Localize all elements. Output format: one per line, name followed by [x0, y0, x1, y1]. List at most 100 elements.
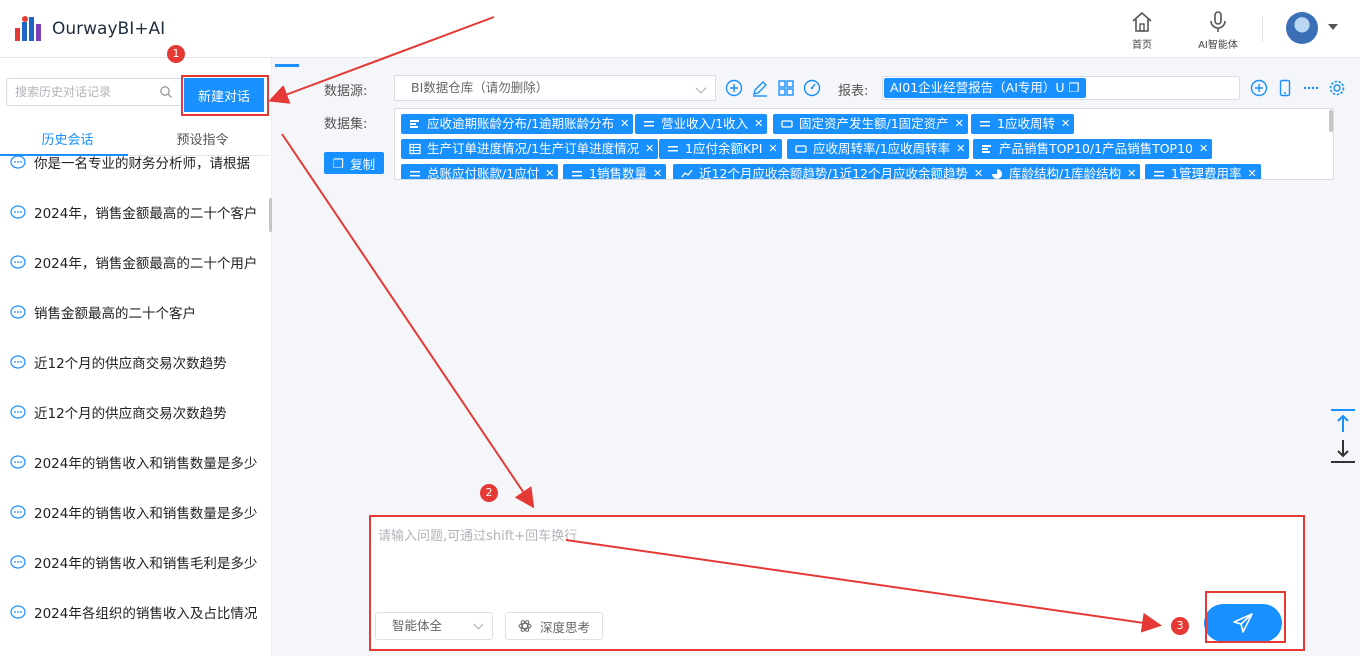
history-item[interactable]: 2024年的销售收入和销售数量是多少 [10, 500, 268, 524]
dataset-chip[interactable]: 1销售数量 ✕ [563, 164, 667, 179]
bar-chart-icon [410, 120, 419, 128]
close-icon[interactable]: ✕ [754, 114, 763, 134]
annotation-box-new-chat [181, 75, 269, 116]
grid-icon[interactable] [777, 79, 795, 97]
tab-history[interactable]: 历史会话 [0, 128, 135, 155]
history-search-input[interactable] [7, 79, 147, 105]
more-icon[interactable] [1302, 79, 1320, 97]
history-item-label: 近12个月的供应商交易次数趋势 [34, 356, 227, 372]
dataset-chip[interactable]: 应收周转率/1应收周转率 ✕ [787, 139, 970, 159]
chat-bubble-icon [10, 455, 26, 469]
history-item[interactable]: 2024年，销售金额最高的二十个客户 [10, 200, 268, 224]
edit-icon[interactable] [751, 79, 769, 97]
dataset-chip[interactable]: 营业收入/1收入 ✕ [635, 114, 768, 134]
history-item-label: 2024年的销售收入和销售毛利是多少 [34, 556, 258, 572]
close-icon[interactable]: ✕ [1127, 164, 1136, 179]
close-icon[interactable]: ✕ [955, 114, 964, 134]
home-label: 首页 [1132, 40, 1152, 51]
dataset-chip[interactable]: 应收逾期账龄分布/1逾期账龄分布 ✕ [401, 114, 634, 134]
line-chart-icon [681, 169, 693, 178]
chevron-down-icon[interactable] [1328, 24, 1338, 30]
dataset-chip-label: 总账应付账款/1应付 [427, 166, 540, 180]
search-icon[interactable] [159, 85, 173, 99]
report-chip[interactable]: AI01企业经营报告（AI专用）U ❐ [884, 78, 1086, 98]
dataset-chip[interactable]: 生产订单进度情况/1生产订单进度情况 ✕ [401, 139, 659, 159]
annotation-badge-1: 1 [167, 45, 185, 63]
history-item[interactable]: 2024年的销售收入和销售数量是多少 [10, 450, 268, 474]
app-logo[interactable]: OurwayBI+AI [12, 14, 165, 44]
kpi-icon [668, 146, 678, 152]
add-circle-icon[interactable] [725, 79, 743, 97]
home-button[interactable]: 首页 [1112, 10, 1172, 51]
close-icon[interactable]: ✕ [1199, 139, 1208, 159]
annotation-box-input [369, 515, 1305, 651]
microphone-icon [1210, 11, 1226, 32]
history-item[interactable]: 2024年，销售金额最高的二十个用户 [10, 250, 268, 274]
close-icon[interactable]: ✕ [1061, 114, 1070, 134]
dataset-chip[interactable]: 固定资产发生额/1固定资产 ✕ [773, 114, 968, 134]
history-item[interactable]: 近12个月的供应商交易次数趋势 [10, 350, 268, 374]
sidebar-scrollbar[interactable] [269, 198, 272, 232]
history-item-label: 2024年的销售收入和销售数量是多少 [34, 456, 258, 472]
history-item[interactable]: 你是一名专业的财务分析师，请根据 [10, 156, 268, 174]
ai-agent-button[interactable]: AI智能体 [1188, 10, 1248, 51]
kpi-icon [644, 121, 654, 127]
user-avatar[interactable] [1286, 12, 1318, 44]
dataset-chip-label: 应收周转率/1应收周转率 [813, 141, 951, 156]
datasource-select[interactable]: BI数据仓库（请勿删除） [394, 75, 716, 101]
dataset-chip[interactable]: 库龄结构/1库龄结构 ✕ [983, 164, 1141, 180]
dataset-scrollbar[interactable] [1329, 110, 1333, 132]
annotation-badge-3: 3 [1171, 617, 1189, 635]
history-item-label: 2024年，销售金额最高的二十个客户 [34, 206, 258, 222]
copy-label: 复制 [350, 156, 376, 172]
scroll-arrows [1331, 409, 1355, 463]
home-icon [1132, 11, 1152, 32]
dashboard-icon[interactable] [803, 79, 821, 97]
datasource-value: BI数据仓库（请勿删除） [411, 80, 549, 95]
main-top-accent [275, 64, 299, 67]
dataset-chip[interactable]: 1管理费用率 ✕ [1145, 164, 1261, 179]
sidebar: 新建对话 历史会话 预设指令 你是一名专业的财务分析师，请根据 2024年，销售… [0, 58, 272, 656]
dataset-chip-label: 近12个月应收余额趋势/1近12个月应收余额趋势 [699, 166, 968, 180]
history-item[interactable]: 近12个月的供应商交易次数趋势 [10, 400, 268, 424]
close-icon[interactable]: ✕ [974, 164, 983, 179]
gear-icon[interactable] [1328, 79, 1346, 97]
arrow-down-icon[interactable] [1337, 440, 1349, 458]
add-circle-icon[interactable] [1250, 79, 1268, 97]
copy-button[interactable]: ❐ 复制 [324, 152, 384, 174]
close-icon[interactable]: ✕ [620, 114, 629, 134]
chat-bubble-icon [10, 305, 26, 319]
close-icon[interactable]: ✕ [768, 139, 777, 159]
dataset-chip[interactable]: 1应收周转 ✕ [971, 114, 1075, 134]
report-select[interactable]: AI01企业经营报告（AI专用）U ❐ [882, 76, 1240, 100]
mobile-icon[interactable] [1276, 79, 1294, 97]
dataset-chip[interactable]: 近12个月应收余额趋势/1近12个月应收余额趋势 ✕ [673, 164, 988, 180]
close-icon[interactable]: ✕ [645, 139, 654, 159]
history-item-label: 销售金额最高的二十个客户 [34, 306, 196, 322]
dataset-label: 数据集: [324, 117, 368, 132]
table-icon [409, 143, 421, 155]
copy-icon[interactable]: ❐ [1069, 80, 1080, 95]
dataset-chip[interactable]: 产品销售TOP10/1产品销售TOP10 ✕ [973, 139, 1213, 159]
header-divider [1262, 16, 1263, 42]
chevron-down-icon [695, 82, 707, 94]
dataset-chip-container: 应收逾期账龄分布/1逾期账龄分布 ✕ 营业收入/1收入 ✕ 固定资产发生额/1固定资… [394, 108, 1334, 180]
ai-agent-label: AI智能体 [1198, 40, 1238, 51]
kpi-icon [980, 121, 990, 127]
dataset-chip-label: 固定资产发生额/1固定资产 [799, 116, 949, 131]
dataset-chip[interactable]: 1应付余额KPI ✕ [659, 139, 782, 159]
kpi-icon [572, 171, 582, 177]
dataset-chip-label: 库龄结构/1库龄结构 [1009, 166, 1122, 180]
history-item[interactable]: 2024年各组织的销售收入及占比情况 [10, 600, 268, 624]
report-label: 报表: [838, 84, 869, 99]
close-icon[interactable]: ✕ [653, 164, 662, 179]
close-icon[interactable]: ✕ [545, 164, 554, 179]
chat-bubble-icon [10, 355, 26, 369]
tab-presets[interactable]: 预设指令 [135, 128, 270, 155]
close-icon[interactable]: ✕ [956, 139, 965, 159]
arrow-up-icon[interactable] [1337, 414, 1349, 432]
history-item[interactable]: 2024年的销售收入和销售毛利是多少 [10, 550, 268, 574]
close-icon[interactable]: ✕ [1247, 164, 1256, 179]
history-item[interactable]: 销售金额最高的二十个客户 [10, 300, 268, 324]
dataset-chip[interactable]: 总账应付账款/1应付 ✕ [401, 164, 559, 180]
